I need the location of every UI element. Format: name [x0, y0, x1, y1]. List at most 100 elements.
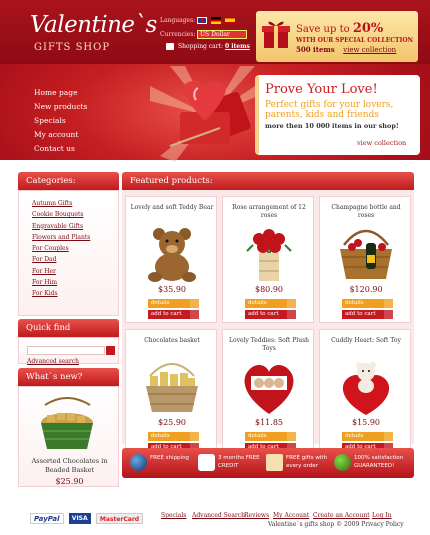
benefit-text: FREE gifts with every order	[286, 455, 327, 469]
search-input[interactable]	[27, 346, 105, 355]
languages-label: Languages:	[160, 17, 196, 24]
english-flag-icon[interactable]	[197, 17, 207, 24]
footer-reviews-link[interactable]: Reviews	[244, 512, 269, 519]
visa-logo: VISA	[68, 513, 91, 524]
hero-panel: Prove Your Love! Perfect gifts for your …	[255, 75, 420, 155]
currency-select[interactable]: US Dollar	[197, 30, 247, 39]
benefit-text: 100% satisfaction GUARANTEED!	[354, 455, 404, 469]
featured-grid: Lovely and soft Teddy Bear $35.90 detail…	[122, 190, 414, 456]
details-button[interactable]: details	[148, 299, 199, 308]
promo-count: 500 items	[296, 45, 335, 54]
category-link[interactable]: For Kids	[19, 288, 118, 299]
product-card: Cuddly Heart: Soft Toy $15.90 details ad…	[319, 329, 411, 456]
category-link[interactable]: For Her	[19, 266, 118, 277]
details-button[interactable]: details	[245, 299, 296, 308]
footer-log-in-link[interactable]: Log In	[372, 512, 392, 519]
main-nav: Home page New products Specials My accou…	[34, 86, 87, 156]
spanish-flag-icon[interactable]	[225, 17, 235, 24]
hero-title: Prove Your Love!	[265, 82, 378, 97]
benefit-text: FREE shipping	[150, 455, 190, 461]
cuddly-heart-toy-image[interactable]	[336, 358, 396, 416]
category-link[interactable]: Flowers and Plants	[19, 232, 118, 243]
product-price: $25.90	[158, 418, 186, 427]
hero-item-count: more then 10 000 items in our shop!	[265, 122, 399, 130]
details-button[interactable]: details	[245, 432, 296, 441]
nav-contact-us[interactable]: Contact us	[34, 142, 87, 156]
promo-subline: WITH OUR SPECIAL COLLECTION	[296, 37, 414, 44]
plush-heart-teddies-image[interactable]	[239, 358, 299, 416]
nav-specials[interactable]: Specials	[34, 114, 87, 128]
credit-card-icon	[198, 454, 215, 471]
gift-icon	[266, 454, 283, 471]
category-link[interactable]: For Couples	[19, 243, 118, 254]
logo-title[interactable]: Valentine`s	[30, 12, 157, 38]
champagne-basket-image[interactable]	[336, 225, 396, 283]
category-link[interactable]: Engravable Gifts	[19, 221, 118, 232]
whats-new-header: What`s new?	[18, 368, 119, 386]
rose-arrangement-image[interactable]	[239, 225, 299, 283]
category-link[interactable]: Cookie Bouquets	[19, 209, 118, 220]
promo-prefix: Save up to	[296, 24, 350, 35]
search-button[interactable]	[106, 346, 115, 355]
nav-my-account[interactable]: My account	[34, 128, 87, 142]
details-button[interactable]: details	[148, 432, 199, 441]
nav-new-products[interactable]: New products	[34, 100, 87, 114]
add-to-cart-button[interactable]: add to cart	[148, 310, 199, 319]
product-card: Lovely and soft Teddy Bear $35.90 detail…	[125, 196, 217, 323]
product-price: $11.85	[255, 418, 283, 427]
currencies-label: Currencies:	[160, 31, 196, 38]
whats-new-product-name[interactable]: Assorted Chocolates in Beaded Basket	[19, 457, 120, 474]
product-name[interactable]: Chocolates basket	[130, 337, 214, 355]
product-card: Chocolates basket $25.90 details add to …	[125, 329, 217, 456]
promo-percent: 20%	[352, 21, 384, 36]
promo-headline: Save up to 20%	[296, 21, 383, 36]
cart-label: Shopping cart:	[178, 43, 224, 50]
teddy-bear-image[interactable]	[142, 225, 202, 283]
product-name[interactable]: Lovely Teddies: Soft Plush Toys	[227, 337, 311, 355]
footer-advanced-search-link[interactable]: Advanced Search	[192, 512, 245, 519]
add-to-cart-button[interactable]: add to cart	[342, 310, 393, 319]
promo-count-row: 500 items view collection	[296, 45, 396, 54]
details-button[interactable]: details	[342, 432, 393, 441]
categories-header: Categories:	[18, 172, 119, 190]
german-flag-icon[interactable]	[211, 17, 221, 24]
product-name[interactable]: Cuddly Heart: Soft Toy	[324, 337, 408, 355]
cart-count[interactable]: 0 items	[225, 43, 250, 50]
product-price: $35.90	[158, 285, 186, 294]
product-price: $120.90	[349, 285, 383, 294]
mastercard-logo: MasterCard	[95, 513, 144, 524]
product-name[interactable]: Rose arrangement of 12 roses	[227, 204, 311, 222]
whats-new-product-price: $25.90	[55, 477, 84, 486]
advanced-search-link[interactable]: Advanced search	[27, 358, 79, 365]
quick-find-header: Quick find	[18, 319, 119, 337]
checkmark-icon	[334, 454, 351, 471]
details-button[interactable]: details	[342, 299, 393, 308]
category-link[interactable]: For Him	[19, 277, 118, 288]
copyright-text: Valentine`s gifts shop © 2009 Privacy Po…	[268, 521, 404, 528]
add-to-cart-button[interactable]: add to cart	[245, 310, 296, 319]
footer-specials-link[interactable]: Specials	[161, 512, 186, 519]
hero-tagline: Perfect gifts for your lovers, parents, …	[265, 100, 394, 120]
promo-view-collection-link[interactable]: view collection	[343, 46, 396, 54]
product-name[interactable]: Champagne bottle and roses	[324, 204, 408, 222]
shopping-cart-icon[interactable]	[166, 43, 174, 50]
promo-banner[interactable]: Save up to 20% WITH OUR SPECIAL COLLECTI…	[256, 11, 418, 62]
hero-view-collection-link[interactable]: view collection	[357, 139, 406, 147]
globe-icon	[130, 454, 147, 471]
footer-my-account-link[interactable]: My Account	[273, 512, 309, 519]
product-price: $80.90	[255, 285, 283, 294]
footer-create-account-link[interactable]: Create an Account	[313, 512, 370, 519]
category-link[interactable]: For Dad	[19, 254, 118, 265]
product-name[interactable]: Lovely and soft Teddy Bear	[130, 204, 214, 222]
product-price: $15.90	[352, 418, 380, 427]
chocolate-basket-image[interactable]	[35, 397, 100, 453]
whats-new-panel: Assorted Chocolates in Beaded Basket $25…	[18, 386, 119, 487]
product-card: Rose arrangement of 12 roses $80.90 deta…	[222, 196, 314, 323]
category-link[interactable]: Autumn Gifts	[19, 198, 118, 209]
quick-find-panel: Advanced search	[18, 337, 119, 365]
shopping-cart-link[interactable]: Shopping cart: 0 items	[178, 43, 250, 50]
chocolates-basket-image[interactable]	[142, 358, 202, 416]
logo-subtitle: GIFTS SHOP	[34, 42, 111, 53]
benefit-text: 3 months FREE CREDIT	[218, 455, 260, 469]
nav-home[interactable]: Home page	[34, 86, 87, 100]
